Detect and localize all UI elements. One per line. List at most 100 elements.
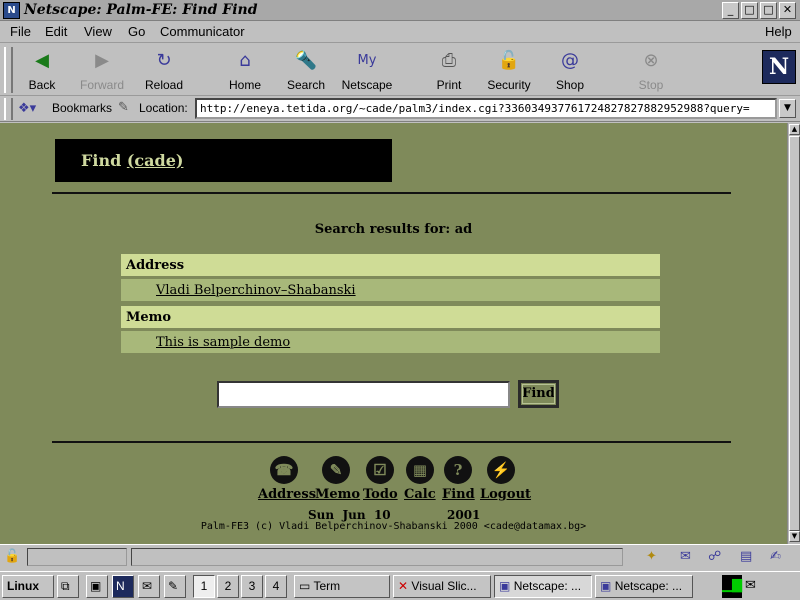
netscape-launcher-icon[interactable]: N (112, 575, 134, 598)
status-bar: 🔓 ✦ ✉ ☍ ▤ ✍ (0, 544, 800, 569)
close-button[interactable]: ✕ (779, 2, 796, 19)
location-grip[interactable] (4, 98, 13, 120)
bookmarks-icon[interactable]: ❖▾ (18, 101, 36, 116)
search-button[interactable]: 🔦 Search (277, 46, 335, 92)
netscape-button[interactable]: My Netscape (338, 46, 396, 92)
terminal-launcher-icon[interactable]: ▣ (86, 575, 108, 598)
todo-icon[interactable]: ☑ (366, 456, 394, 484)
mail-icon[interactable]: ✉ (680, 549, 691, 564)
menu-edit[interactable]: Edit (45, 24, 67, 39)
task-term-label: Term (313, 579, 341, 593)
nav-find-link[interactable]: Find (442, 487, 475, 502)
terminal-icon: ▭ (299, 579, 311, 593)
vertical-scrollbar[interactable]: ▲ ▼ (787, 123, 800, 544)
linux-start-button[interactable]: Linux (2, 575, 54, 598)
stop-icon: ⊗ (643, 50, 659, 71)
scroll-thumb[interactable] (789, 136, 800, 531)
menu-communicator[interactable]: Communicator (160, 24, 245, 39)
task-netscape-2-label: Netscape: ... (614, 579, 683, 593)
memo-result-link[interactable]: This is sample demo (156, 335, 290, 350)
bookmarks-button[interactable]: Bookmarks (52, 101, 112, 115)
task-netscape-active[interactable]: ▣ Netscape: ... (494, 575, 592, 598)
find-button[interactable]: Find (518, 380, 559, 408)
print-label: Print (436, 78, 462, 92)
find-query-input[interactable] (217, 381, 510, 408)
home-icon: ⌂ (239, 50, 251, 71)
address-book-status-icon[interactable]: ▤ (740, 549, 752, 564)
composer-icon[interactable]: ✍ (770, 549, 781, 564)
copyright-text: Palm-FE3 (c) Vladi Belperchinov-Shabansk… (200, 521, 587, 532)
task-visual-slick-label: Visual Slic... (411, 579, 477, 593)
search-results-heading: Search results for: ad (314, 222, 473, 237)
my-netscape-icon: My (357, 53, 377, 68)
page-content: Find (cade) Search results for: ad Addre… (0, 123, 787, 544)
nav-todo-link[interactable]: Todo (363, 487, 398, 502)
editor-launcher-icon[interactable]: ✎ (164, 575, 186, 598)
print-button[interactable]: ⎙ Print (420, 46, 478, 92)
slickedit-icon: ✕ (398, 579, 409, 593)
address-result-link[interactable]: Vladi Belperchinov–Shabanski (156, 283, 356, 298)
date-text: Sun Jun 10 (308, 508, 391, 522)
logout-icon[interactable]: ⚡ (487, 456, 515, 484)
menu-bar: File Edit View Go Communicator Help (0, 21, 800, 43)
address-book-icon[interactable]: ☎ (270, 456, 298, 484)
back-button[interactable]: ◀ Back (13, 46, 71, 92)
security-button[interactable]: 🔓 Security (480, 46, 538, 92)
netscape-task-icon: ▣ (499, 579, 511, 593)
stop-button[interactable]: ⊗ Stop (622, 46, 680, 92)
security-label: Security (487, 78, 531, 92)
maximize-button[interactable]: □ (741, 2, 758, 19)
shop-button[interactable]: @ Shop (541, 46, 599, 92)
menu-help[interactable]: Help (765, 24, 792, 39)
nav-calc-link[interactable]: Calc (404, 487, 436, 502)
reload-button[interactable]: ↻ Reload (135, 46, 193, 92)
title-bar: N Netscape: Palm-FE: Find Find _ □ □ ✕ (0, 0, 800, 21)
cpu-monitor-icon: ▁▇ (722, 575, 742, 598)
discussion-icon[interactable]: ☍ (708, 549, 721, 564)
task-netscape-2[interactable]: ▣ Netscape: ... (595, 575, 693, 598)
search-flashlight-icon: 🔦 (294, 50, 318, 71)
menu-file[interactable]: File (10, 24, 31, 39)
page-title-text: Find (81, 151, 122, 170)
minimize-button[interactable]: _ (722, 2, 739, 19)
url-input[interactable] (195, 98, 777, 119)
restore-button[interactable]: □ (760, 2, 777, 19)
url-history-dropdown[interactable]: ▼ (779, 99, 796, 118)
nav-memo-link[interactable]: Memo (315, 487, 360, 502)
forward-button[interactable]: ▶ Forward (73, 46, 131, 92)
desktop-2[interactable]: 2 (217, 575, 239, 598)
desktop-3[interactable]: 3 (241, 575, 263, 598)
task-term[interactable]: ▭ Term (294, 575, 390, 598)
window-list-icon[interactable]: ⧉ (57, 575, 79, 598)
scroll-down-arrow-icon[interactable]: ▼ (789, 531, 800, 542)
security-status-icon[interactable]: 🔓 (4, 549, 20, 564)
netscape-app-icon[interactable]: N (3, 2, 20, 19)
scroll-up-arrow-icon[interactable]: ▲ (789, 124, 800, 135)
memo-icon[interactable]: ✎ (322, 456, 350, 484)
nav-address-link[interactable]: Address (258, 487, 316, 502)
mail-launcher-icon[interactable]: ✉ (138, 575, 160, 598)
home-button[interactable]: ⌂ Home (216, 46, 274, 92)
stop-label: Stop (638, 78, 664, 92)
desktop-1[interactable]: 1 (193, 575, 215, 598)
status-message-field (131, 548, 623, 566)
toolbar-grip[interactable] (4, 47, 13, 93)
forward-arrow-icon: ▶ (95, 50, 109, 71)
user-link[interactable]: (cade) (127, 151, 184, 170)
location-icon[interactable]: ✎ (118, 100, 129, 115)
nav-logout-link[interactable]: Logout (480, 487, 531, 502)
menu-go[interactable]: Go (128, 24, 145, 39)
mail-notify-icon[interactable]: ✉ (745, 575, 756, 598)
task-visual-slick[interactable]: ✕ Visual Slic... (393, 575, 491, 598)
shop-label: Shop (555, 78, 585, 92)
menu-view[interactable]: View (84, 24, 112, 39)
netscape-logo-icon[interactable]: N (762, 50, 796, 84)
bottom-divider (52, 441, 731, 443)
netscape-label: Netscape (341, 78, 393, 92)
component-navigator-icon[interactable]: ✦ (646, 549, 657, 564)
find-icon[interactable]: ? (444, 456, 472, 484)
desktop-4[interactable]: 4 (265, 575, 287, 598)
task-netscape-label: Netscape: ... (513, 579, 582, 593)
printer-icon: ⎙ (441, 50, 457, 71)
calc-icon[interactable]: ▦ (406, 456, 434, 484)
